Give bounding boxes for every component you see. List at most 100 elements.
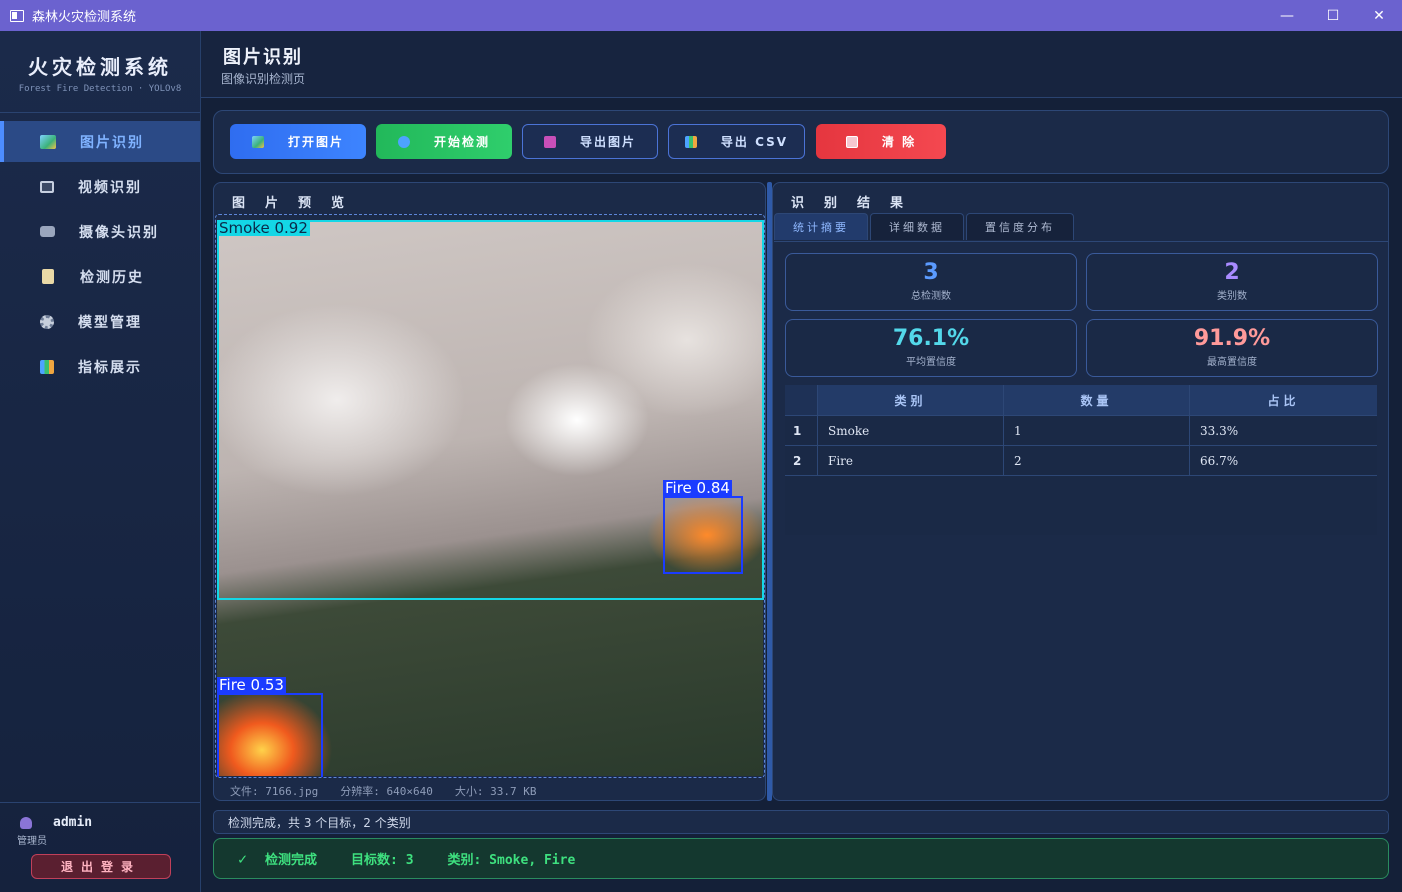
result-bar: ✓ 检测完成 目标数: 3 类别: Smoke, Fire [213,838,1389,879]
result-done: 检测完成 [265,853,318,868]
user-role: 管理员 [17,836,47,847]
tab-summary[interactable]: 统计摘要 [774,213,868,240]
stat-total-detections: 3 总检测数 [785,253,1077,311]
camera-icon [40,226,55,237]
brand: 火灾检测系统 Forest Fire Detection · YOLOv8 [0,31,200,113]
cell-ratio: 66.7% [1200,453,1239,468]
stat-label: 平均置信度 [906,357,956,368]
sidebar-item-model-management[interactable]: 模型管理 [0,301,200,342]
file-info: 文件: 7166.jpg 分辨率: 640×640 大小: 33.7 KB [230,783,536,799]
stat-value: 76.1% [892,326,970,351]
table-header: 类别 数量 占比 [785,385,1377,416]
cell-count: 2 [1004,446,1190,475]
sidebar-item-label: 视频识别 [78,179,142,196]
sidebar-item-video-recognition[interactable]: 视频识别 [0,166,200,207]
table-row[interactable]: 1 Smoke 1 33.3% [785,416,1377,446]
preview-title: 图片预览 [232,196,365,211]
sidebar-item-metrics[interactable]: 指标展示 [0,346,200,387]
window-title-bar: 森林火灾检测系统 — ☐ ✕ [0,0,1402,31]
image-icon [40,134,56,149]
user-row: admin [0,815,200,830]
start-detection-button[interactable]: 开始检测 [376,124,512,159]
cell-ratio: 33.3% [1200,423,1239,438]
video-icon [40,180,54,193]
tab-details[interactable]: 详细数据 [870,213,964,240]
stat-max-confidence: 91.9% 最高置信度 [1086,319,1378,377]
column-header-count[interactable]: 数量 [1004,385,1190,415]
sidebar-item-label: 摄像头识别 [79,224,159,241]
sidebar: 火灾检测系统 Forest Fire Detection · YOLOv8 图片… [0,31,201,892]
sidebar-item-camera-recognition[interactable]: 摄像头识别 [0,211,200,252]
image-preview-panel: 图片预览 Smoke 0.92 Fire 0.84 Fire 0.53 文件: … [213,182,766,801]
sidebar-item-image-recognition[interactable]: 图片识别 [0,121,200,162]
results-panel: 识别结果 统计摘要 详细数据 置信度分布 3 总检测数 2 类别数 76.1% … [772,182,1389,801]
sidebar-item-detection-history[interactable]: 检测历史 [0,256,200,297]
export-csv-label: 导出 CSV [720,135,789,149]
brand-subtitle: Forest Fire Detection · YOLOv8 [18,84,182,94]
stat-label: 类别数 [1217,291,1247,302]
trash-icon [845,135,858,148]
image-icon [251,135,264,148]
results-tabs: 统计摘要 详细数据 置信度分布 [774,213,1388,242]
stat-class-count: 2 类别数 [1086,253,1378,311]
export-csv-button[interactable]: 导出 CSV [668,124,805,159]
tab-confidence[interactable]: 置信度分布 [966,213,1074,240]
cell-count: 1 [1004,416,1190,445]
sidebar-item-label: 图片识别 [80,134,144,151]
logout-button[interactable]: 退出登录 [31,854,171,879]
cell-class: Fire [818,446,1004,475]
detection-box-fire [217,693,323,777]
start-detection-label: 开始检测 [433,135,490,149]
save-icon [543,135,556,148]
table-corner [785,385,818,415]
window-title: 森林火灾检测系统 [32,10,137,25]
file-resolution: 分辨率: 640×640 [340,785,433,798]
open-image-label: 打开图片 [287,135,344,149]
brand-title: 火灾检测系统 [28,55,172,79]
user-box: admin 管理员 退出登录 [0,802,200,892]
open-image-button[interactable]: 打开图片 [230,124,366,159]
gear-icon [40,314,54,329]
cell-class: Smoke [818,416,1004,445]
window-controls: — ☐ ✕ [1264,0,1402,31]
result-classes: 类别: Smoke, Fire [447,853,576,868]
user-icon [20,816,32,829]
detection-label: Fire 0.84 [663,479,732,497]
column-header-class[interactable]: 类别 [818,385,1004,415]
detection-box-fire [663,496,743,574]
export-image-button[interactable]: 导出图片 [522,124,658,159]
clear-button[interactable]: 清 除 [816,124,946,159]
sidebar-item-label: 模型管理 [78,314,142,331]
app-icon [10,9,24,22]
page-title: 图片识别 [223,47,303,68]
history-icon [42,269,54,284]
search-icon [397,135,410,148]
status-text: 检测完成，共 3 个目标，2 个类别 [228,815,411,830]
export-image-label: 导出图片 [579,135,636,149]
page-subtitle: 图像识别检测页 [221,72,306,86]
detection-label: Smoke 0.92 [217,219,310,237]
file-name: 文件: 7166.jpg [230,785,319,798]
preview-frame: Smoke 0.92 Fire 0.84 Fire 0.53 [215,214,765,778]
sidebar-nav: 图片识别 视频识别 摄像头识别 检测历史 模型管理 指标展示 [0,121,200,387]
result-count: 目标数: 3 [351,853,414,868]
maximize-button[interactable]: ☐ [1310,0,1356,31]
class-summary-table: 类别 数量 占比 1 Smoke 1 33.3% 2 Fire 2 66.7% [785,385,1377,535]
stat-label: 最高置信度 [1207,357,1257,368]
clear-label: 清 除 [881,135,917,149]
sidebar-item-label: 检测历史 [80,269,144,286]
detection-label: Fire 0.53 [217,676,286,694]
page-header: 图片识别 图像识别检测页 [201,31,1402,98]
chart-icon [684,135,697,148]
stat-value: 2 [1224,260,1240,285]
user-name: admin [53,815,93,830]
row-index: 2 [785,446,818,475]
stat-label: 总检测数 [911,291,951,302]
sidebar-item-label: 指标展示 [78,359,142,376]
file-size: 大小: 33.7 KB [454,785,537,798]
column-header-ratio[interactable]: 占比 [1190,385,1377,415]
results-title: 识别结果 [791,196,924,211]
table-row[interactable]: 2 Fire 2 66.7% [785,446,1377,476]
minimize-button[interactable]: — [1264,0,1310,31]
close-button[interactable]: ✕ [1356,0,1402,31]
